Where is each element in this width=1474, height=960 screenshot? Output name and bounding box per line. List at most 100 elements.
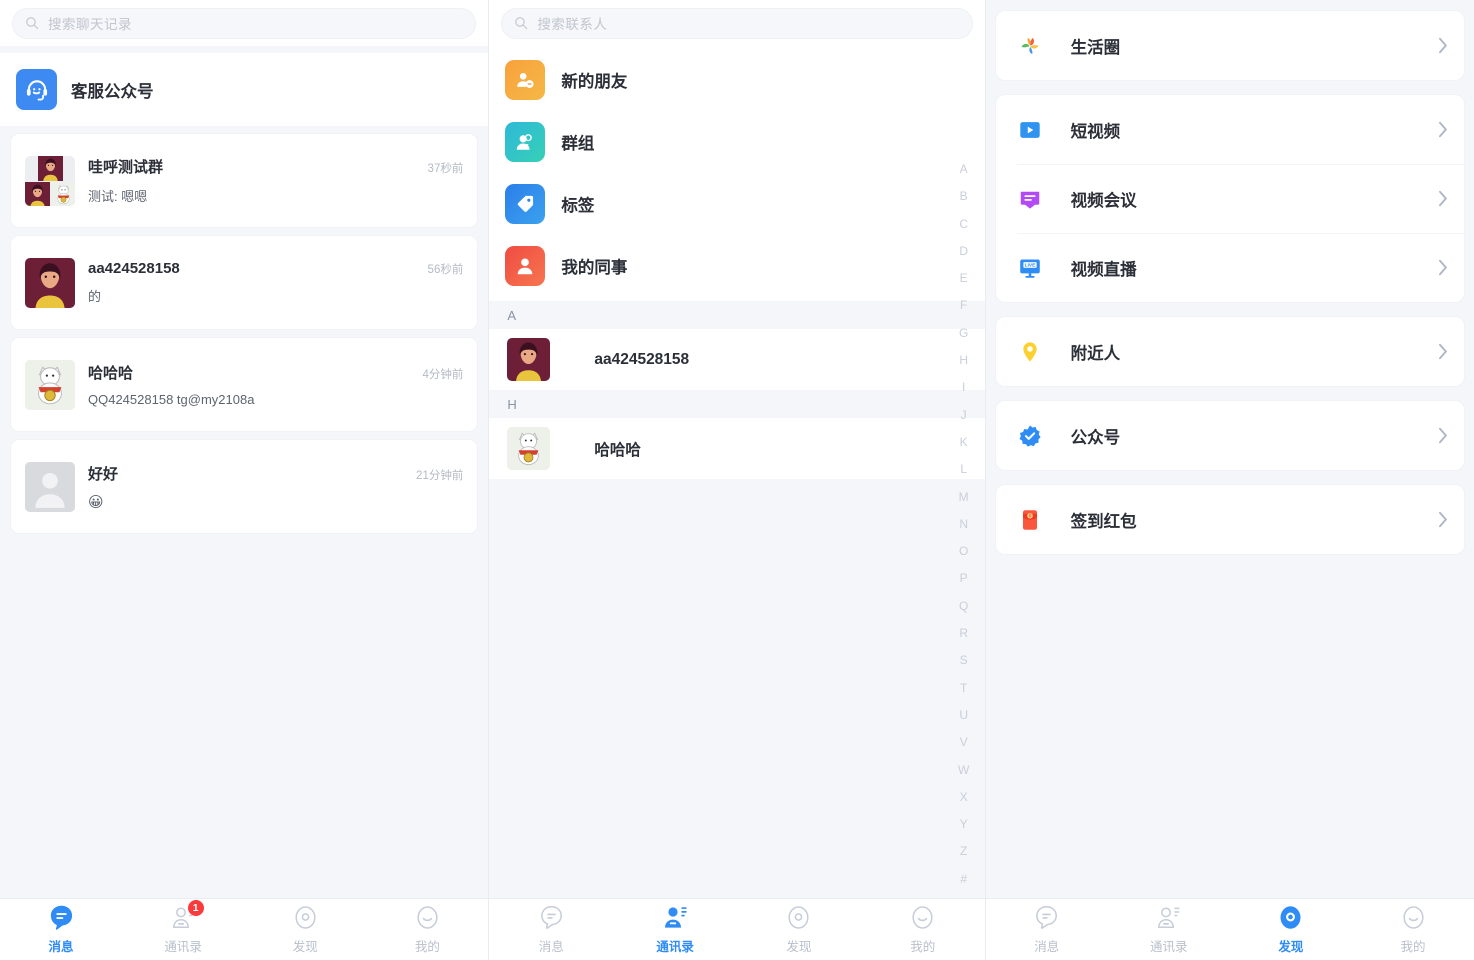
contacts-entry-4[interactable]: 我的同事	[489, 235, 984, 297]
discover-circle-icon	[785, 904, 812, 931]
tab-message-bubble[interactable]: 消息	[986, 899, 1108, 960]
index-letter[interactable]: K	[960, 429, 968, 456]
discover-panel-body: 生活圈短视频视频会议LIVE视频直播附近人公众号 0 签到红包	[986, 0, 1474, 898]
contacts-entry-2[interactable]: 群组	[489, 111, 984, 173]
pinwheel-icon	[1017, 33, 1043, 59]
index-letter[interactable]: R	[959, 620, 968, 647]
index-letter[interactable]: B	[960, 183, 968, 210]
index-letter[interactable]: G	[959, 320, 968, 347]
colleague-icon	[505, 246, 545, 286]
index-letter[interactable]: C	[959, 211, 968, 238]
red-packet-icon: 0	[1017, 507, 1043, 533]
tab-label: 消息	[1034, 936, 1059, 955]
discover-item-verified-badge[interactable]: 公众号	[996, 401, 1464, 470]
index-letter[interactable]: X	[960, 784, 968, 811]
index-letter[interactable]: F	[960, 292, 967, 319]
chat-list-item[interactable]: 哈哈哈4分钟前QQ424528158 tg@my2108a	[10, 337, 478, 432]
index-letter[interactable]: W	[958, 757, 969, 784]
contacts-panel: 搜索联系人 新的朋友群组标签我的同事 Aaa424528158H哈哈哈 ABCD…	[489, 0, 984, 960]
chevron-right-icon	[1437, 37, 1448, 54]
discover-item-meeting[interactable]: 视频会议	[996, 164, 1464, 233]
index-letter[interactable]: D	[959, 238, 968, 265]
chat-item-preview: 的	[88, 286, 463, 305]
discover-item-label: 生活圈	[1071, 34, 1437, 58]
add-friend-icon	[505, 60, 545, 100]
contact-row[interactable]: 哈哈哈	[489, 418, 984, 479]
tab-profile-smiley[interactable]: 我的	[1352, 899, 1474, 960]
tab-message-bubble[interactable]: 消息	[0, 899, 122, 960]
index-letter[interactable]: H	[959, 347, 968, 374]
contacts-entry-3[interactable]: 标签	[489, 173, 984, 235]
contacts-search-bar: 搜索联系人	[489, 0, 984, 46]
message-bubble-icon	[538, 904, 565, 931]
search-icon	[25, 16, 39, 30]
contacts-section-header: H	[489, 390, 984, 418]
index-letter[interactable]: Q	[959, 593, 968, 620]
tab-discover-circle[interactable]: 发现	[737, 899, 861, 960]
chat-item-title: 哈哈哈	[88, 362, 422, 383]
chat-search-input[interactable]: 搜索聊天记录	[12, 8, 476, 39]
index-letter[interactable]: U	[959, 702, 968, 729]
tab-contacts-person[interactable]: 1通讯录	[122, 899, 244, 960]
discover-card: 公众号	[995, 400, 1465, 471]
tab-profile-smiley[interactable]: 我的	[861, 899, 985, 960]
message-bubble-icon	[1033, 904, 1060, 931]
index-letter[interactable]: #	[960, 866, 967, 893]
index-letter[interactable]: N	[959, 511, 968, 538]
profile-smiley-icon	[909, 904, 936, 931]
discover-item-red-packet[interactable]: 0 签到红包	[996, 485, 1464, 554]
discover-circle-icon	[1277, 904, 1304, 931]
divider	[0, 46, 488, 53]
discover-card: 附近人	[995, 316, 1465, 387]
profile-smiley-icon	[414, 904, 441, 931]
index-letter[interactable]: I	[962, 374, 965, 401]
chat-search-bar: 搜索聊天记录	[0, 0, 488, 46]
index-letter[interactable]: V	[960, 729, 968, 756]
tab-discover-circle[interactable]: 发现	[1230, 899, 1352, 960]
index-letter[interactable]: J	[961, 402, 967, 429]
discover-item-pinwheel[interactable]: 生活圈	[996, 11, 1464, 80]
discover-item-label: 签到红包	[1071, 508, 1437, 532]
contacts-entry-1[interactable]: 新的朋友	[489, 49, 984, 111]
discover-groups: 生活圈短视频视频会议LIVE视频直播附近人公众号 0 签到红包	[986, 0, 1474, 555]
tab-contacts-person[interactable]: 通讯录	[1108, 899, 1230, 960]
tab-profile-smiley[interactable]: 我的	[366, 899, 488, 960]
index-letter[interactable]: T	[960, 675, 967, 702]
index-letter[interactable]: O	[959, 538, 968, 565]
location-pin-icon	[1017, 339, 1043, 365]
avatar	[25, 462, 75, 512]
chevron-right-icon	[1437, 343, 1448, 360]
message-bubble-icon	[48, 904, 75, 931]
index-letter[interactable]: Y	[960, 811, 968, 838]
tab-message-bubble[interactable]: 消息	[489, 899, 613, 960]
tab-label: 发现	[1278, 936, 1303, 955]
index-letter[interactable]: L	[960, 456, 967, 483]
discover-item-label: 短视频	[1071, 118, 1437, 142]
index-letter[interactable]: A	[960, 156, 968, 183]
index-letter[interactable]: S	[960, 647, 968, 674]
alphabet-index-bar[interactable]: ABCDEFGHIJKLMNOPQRSTUVWXYZ#	[951, 156, 977, 893]
chat-list-item[interactable]: 哇呼测试群37秒前测试: 嗯嗯	[10, 133, 478, 228]
chat-list-item[interactable]: aa42452815856秒前的	[10, 235, 478, 330]
tab-label: 通讯录	[1150, 936, 1188, 955]
tab-discover-circle[interactable]: 发现	[244, 899, 366, 960]
chevron-right-icon	[1437, 511, 1448, 528]
contact-row[interactable]: aa424528158	[489, 329, 984, 390]
chat-item-preview: QQ424528158 tg@my2108a	[88, 392, 463, 407]
discover-item-live-monitor[interactable]: LIVE视频直播	[996, 233, 1464, 302]
index-letter[interactable]: Z	[960, 838, 967, 865]
contacts-search-input[interactable]: 搜索联系人	[501, 8, 972, 39]
discover-panel: 生活圈短视频视频会议LIVE视频直播附近人公众号 0 签到红包 消息 通讯录 发现 我的	[986, 0, 1474, 960]
chat-item-time: 56秒前	[428, 261, 464, 277]
discover-item-play-video[interactable]: 短视频	[996, 95, 1464, 164]
official-account-entry[interactable]: 客服公众号	[0, 53, 488, 126]
live-monitor-icon: LIVE	[1017, 255, 1043, 281]
discover-item-location-pin[interactable]: 附近人	[996, 317, 1464, 386]
tab-contacts-person[interactable]: 通讯录	[613, 899, 737, 960]
discover-card: 短视频视频会议LIVE视频直播	[995, 94, 1465, 303]
index-letter[interactable]: M	[959, 484, 969, 511]
chat-list-item[interactable]: 好好21分钟前😀	[10, 439, 478, 534]
index-letter[interactable]: P	[960, 565, 968, 592]
contacts-list-area: 新的朋友群组标签我的同事 Aaa424528158H哈哈哈 ABCDEFGHIJ…	[489, 46, 984, 898]
index-letter[interactable]: E	[960, 265, 968, 292]
